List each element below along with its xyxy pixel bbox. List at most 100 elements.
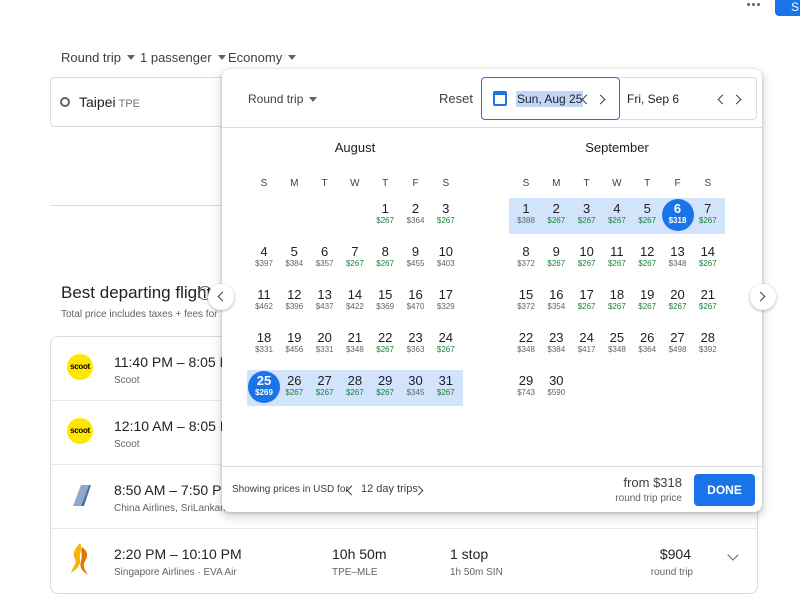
calendar-day[interactable]: 3 $267 (431, 194, 461, 237)
calendar-day[interactable]: 7 $267 (693, 194, 723, 237)
prev-month-button[interactable] (208, 284, 234, 310)
calendar-day[interactable]: 16 $470 (401, 280, 431, 323)
calendar-day[interactable]: 8 $372 (511, 237, 541, 280)
calendar-day[interactable]: 6 $357 (310, 237, 340, 280)
calendar-day[interactable]: 26 $364 (632, 323, 662, 366)
day-number: 16 (549, 287, 564, 302)
calendar-day[interactable]: 2 $364 (401, 194, 431, 237)
calendar-day[interactable]: 6 $318 (663, 194, 693, 237)
calendar-day[interactable]: 22 $267 (370, 323, 400, 366)
calendar-day[interactable]: 20 $267 (663, 280, 693, 323)
day-price: $437 (315, 302, 334, 311)
caret-down-icon (126, 54, 135, 60)
day-number: 7 (704, 201, 712, 216)
reset-button[interactable]: Reset (439, 91, 473, 106)
calendar-day[interactable]: 19 $456 (279, 323, 309, 366)
calendar-day[interactable]: 7 $267 (340, 237, 370, 280)
sign-in-button[interactable]: S (775, 0, 800, 16)
day-price: $267 (436, 388, 455, 397)
calendar-day[interactable]: 9 $455 (401, 237, 431, 280)
calendar-day[interactable]: 29 $743 (511, 366, 541, 409)
calendar-day[interactable]: 22 $348 (511, 323, 541, 366)
calendar-day[interactable]: 23 $384 (541, 323, 571, 366)
calendar-day[interactable]: 31 $267 (431, 366, 461, 409)
calendar-day[interactable]: 13 $348 (663, 237, 693, 280)
day-price: $364 (406, 216, 425, 225)
calendar-day[interactable]: 18 $267 (602, 280, 632, 323)
passenger-select[interactable]: 1 passenger (140, 48, 226, 66)
calendar-day[interactable]: 10 $403 (431, 237, 461, 280)
day-price: $269 (255, 388, 273, 397)
next-month-button[interactable] (750, 284, 776, 310)
cabin-class-select[interactable]: Economy (228, 48, 297, 66)
calendar-day[interactable]: 14 $422 (340, 280, 370, 323)
calendar-day[interactable]: 16 $354 (541, 280, 571, 323)
expand-chevron-icon[interactable] (727, 549, 739, 561)
calendar-day[interactable]: 18 $331 (249, 323, 279, 366)
calendar-day[interactable]: 23 $363 (401, 323, 431, 366)
calendar-day[interactable]: 25 $348 (602, 323, 632, 366)
day-price: $348 (607, 345, 626, 354)
calendar-day[interactable]: 14 $267 (693, 237, 723, 280)
day-price: $348 (668, 259, 687, 268)
calendar-day[interactable]: 21 $267 (693, 280, 723, 323)
calendar-day[interactable]: 27 $498 (663, 323, 693, 366)
day-price: $267 (376, 259, 395, 268)
calendar-day[interactable]: 12 $267 (632, 237, 662, 280)
next-date-icon[interactable] (731, 94, 742, 105)
calendar-day[interactable]: 30 $590 (541, 366, 571, 409)
calendar-day[interactable]: 17 $267 (572, 280, 602, 323)
calendar-day[interactable]: 5 $267 (632, 194, 662, 237)
day-price: $267 (668, 302, 687, 311)
popup-trip-type-select[interactable]: Round trip (248, 92, 318, 106)
calendar-day[interactable]: 29 $267 (370, 366, 400, 409)
calendar-day[interactable]: 10 $267 (572, 237, 602, 280)
calendar-day[interactable]: 25 $269 (249, 366, 279, 409)
calendar-day[interactable]: 28 $392 (693, 323, 723, 366)
flight-layover: 1h 50m SIN (450, 567, 503, 578)
next-date-icon[interactable] (595, 94, 606, 105)
calendar-day[interactable]: 13 $437 (310, 280, 340, 323)
calendar-day[interactable]: 5 $384 (279, 237, 309, 280)
calendar-day[interactable]: 27 $267 (310, 366, 340, 409)
calendar-day[interactable]: 1 $388 (511, 194, 541, 237)
calendar-day[interactable]: 2 $267 (541, 194, 571, 237)
chevron-right-icon (755, 291, 766, 302)
calendar-day[interactable]: 24 $417 (572, 323, 602, 366)
calendar-day[interactable]: 20 $331 (310, 323, 340, 366)
flight-row[interactable]: 2:20 PM – 10:10 PM Singapore Airlines · … (51, 529, 757, 593)
day-number: 9 (411, 244, 420, 259)
calendar-day[interactable]: 8 $267 (370, 237, 400, 280)
calendar-day[interactable]: 17 $329 (431, 280, 461, 323)
apps-grid-icon[interactable] (744, 0, 760, 8)
calendar-day[interactable]: 4 $267 (602, 194, 632, 237)
calendar-day[interactable]: 28 $267 (340, 366, 370, 409)
calendar-day[interactable]: 1 $267 (370, 194, 400, 237)
calendar-day[interactable]: 4 $397 (249, 237, 279, 280)
departure-date-field[interactable]: Sun, Aug 25 (481, 77, 620, 120)
trip-type-select[interactable]: Round trip (61, 48, 135, 66)
calendar-day[interactable]: 30 $345 (401, 366, 431, 409)
calendar-day[interactable]: 9 $267 (541, 237, 571, 280)
flight-airline: Scoot (114, 375, 140, 386)
flight-time: 2:20 PM – 10:10 PM (114, 546, 242, 562)
calendar-day[interactable]: 11 $267 (602, 237, 632, 280)
calendar-day[interactable]: 3 $267 (572, 194, 602, 237)
calendar-day[interactable]: 24 $267 (431, 323, 461, 366)
calendar-day[interactable]: 15 $372 (511, 280, 541, 323)
calendar-day[interactable]: 19 $267 (632, 280, 662, 323)
done-button[interactable]: DONE (694, 474, 755, 506)
day-price: $397 (255, 259, 273, 268)
return-date-field[interactable]: Fri, Sep 6 (620, 77, 757, 120)
calendar-day[interactable]: 11 $462 (249, 280, 279, 323)
origin-field[interactable]: Taipei TPE (50, 77, 230, 127)
calendar-day[interactable]: 12 $396 (279, 280, 309, 323)
calendar-day[interactable]: 21 $348 (340, 323, 370, 366)
calendar-day[interactable]: 15 $369 (370, 280, 400, 323)
day-price: $267 (285, 388, 304, 397)
day-number: 26 (639, 330, 655, 345)
prev-date-icon[interactable] (717, 94, 728, 105)
calendar-day[interactable]: 26 $267 (279, 366, 309, 409)
day-number: 22 (518, 330, 534, 345)
weekday-label: M (552, 178, 561, 189)
